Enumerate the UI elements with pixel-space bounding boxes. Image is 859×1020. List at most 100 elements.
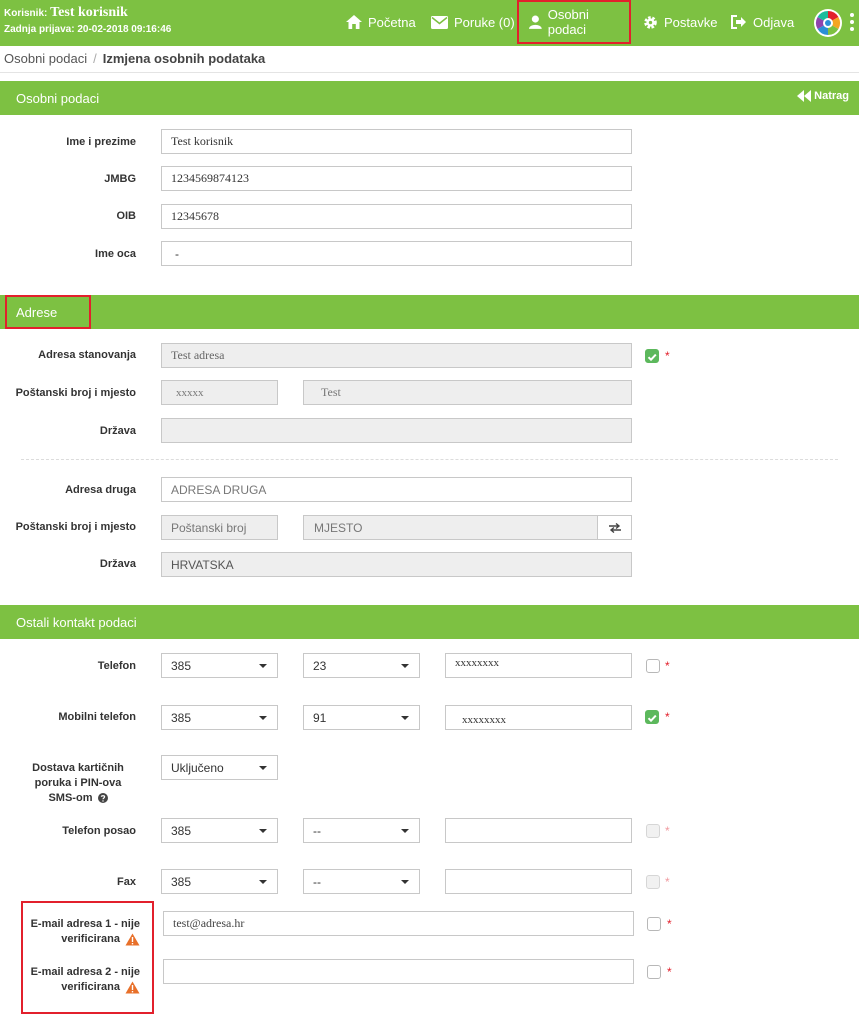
phone-number-field[interactable]: xxxxxxxx xyxy=(445,653,632,678)
back-button[interactable]: Natrag xyxy=(797,90,849,102)
gear-icon xyxy=(644,15,657,29)
check-icon xyxy=(647,714,657,723)
jmbg-field[interactable]: 1234569874123 xyxy=(161,166,632,191)
work-area-value: -- xyxy=(313,823,321,838)
caret-down-icon xyxy=(259,765,267,770)
work-phone-checkbox[interactable] xyxy=(646,824,660,838)
nav-personal-data[interactable]: Osobni podaci xyxy=(517,0,631,44)
top-bar: Korisnik: Test korisnik Zadnja prijava: … xyxy=(0,0,859,46)
home-address-field[interactable]: Test adresa xyxy=(161,343,632,368)
back-button-label: Natrag xyxy=(814,90,849,102)
other-address-field[interactable]: ADRESA DRUGA xyxy=(161,477,632,502)
nav-personal-data-label: Osobni podaci xyxy=(547,7,589,37)
caret-down-icon xyxy=(401,828,409,833)
home-address-label: Adresa stanovanja xyxy=(38,349,136,361)
nav-messages-label: Poruke (0) xyxy=(454,14,515,30)
fax-label: Fax xyxy=(117,876,136,888)
sms-label-text: Dostava kartičnih poruka i PIN-ova SMS-o… xyxy=(32,762,124,804)
caret-down-icon xyxy=(401,663,409,668)
breadcrumb-current: Izmjena osobnih podataka xyxy=(102,51,266,66)
work-number-field[interactable] xyxy=(445,818,632,843)
fax-number-field[interactable] xyxy=(445,869,632,894)
nav-settings[interactable]: Postavke xyxy=(643,0,717,44)
mobile-number-field[interactable]: xxxxxxxx xyxy=(445,705,632,730)
more-menu-icon[interactable] xyxy=(850,13,854,33)
fax-country-select[interactable]: 385 xyxy=(161,869,278,894)
swap-button[interactable] xyxy=(597,516,631,539)
last-login: Zadnja prijava: 20-02-2018 09:16:46 xyxy=(4,24,172,35)
fax-area-select[interactable]: -- xyxy=(303,869,420,894)
section-contacts-header: Ostali kontakt podaci xyxy=(0,605,859,639)
nav-messages[interactable]: Poruke (0) xyxy=(431,0,515,44)
phone-required: * xyxy=(665,659,670,673)
caret-down-icon xyxy=(401,715,409,720)
oib-label: OIB xyxy=(116,210,136,222)
nav-home[interactable]: Početna xyxy=(346,0,416,44)
email1-required: * xyxy=(667,917,672,931)
email-highlight xyxy=(21,901,154,1014)
home-city-field[interactable]: Test xyxy=(303,380,632,405)
other-country-field[interactable]: HRVATSKA xyxy=(161,552,632,577)
fax-checkbox[interactable] xyxy=(646,875,660,889)
section-personal-title: Osobni podaci xyxy=(16,90,100,106)
check-icon xyxy=(647,353,657,362)
email2-checkbox[interactable] xyxy=(647,965,661,979)
oib-field[interactable]: 12345678 xyxy=(161,204,632,229)
addresses-highlight xyxy=(5,295,91,329)
nav-settings-label: Postavke xyxy=(664,14,718,30)
mobile-area-value: 91 xyxy=(313,710,327,725)
home-country-field[interactable] xyxy=(161,418,632,443)
jmbg-label: JMBG xyxy=(104,173,136,185)
home-address-checkbox[interactable] xyxy=(645,349,659,363)
double-chevron-left-icon xyxy=(797,90,812,102)
mobile-area-select[interactable]: 91 xyxy=(303,705,420,730)
other-city-field[interactable]: MJESTO xyxy=(303,515,632,540)
home-postal-field[interactable]: xxxxx xyxy=(161,380,278,405)
sign-out-icon xyxy=(731,15,746,29)
other-postal-field[interactable]: Poštanski broj xyxy=(161,515,278,540)
mobile-country-value: 385 xyxy=(171,710,192,725)
other-address-label: Adresa druga xyxy=(65,484,136,496)
father-name-label: Ime oca xyxy=(95,248,136,260)
caret-down-icon xyxy=(259,828,267,833)
name-label: Ime i prezime xyxy=(66,136,136,148)
phone-checkbox[interactable] xyxy=(646,659,660,673)
breadcrumb: Osobni podaci / Izmjena osobnih podataka xyxy=(4,51,266,66)
mobile-country-select[interactable]: 385 xyxy=(161,705,278,730)
nav-logout[interactable]: Odjava xyxy=(731,0,794,44)
section-personal-header: Osobni podaci Natrag xyxy=(0,81,859,115)
mobile-checkbox[interactable] xyxy=(645,710,659,724)
email1-field[interactable]: test@adresa.hr xyxy=(163,911,634,936)
nav-home-label: Početna xyxy=(368,14,416,30)
name-field[interactable]: Test korisnik xyxy=(161,129,632,154)
breadcrumb-divider xyxy=(0,72,859,73)
sms-select[interactable]: Uključeno xyxy=(161,755,278,780)
phone-area-select[interactable]: 23 xyxy=(303,653,420,678)
sms-value: Uključeno xyxy=(171,760,224,775)
phone-country-select[interactable]: 385 xyxy=(161,653,278,678)
sms-label: Dostava kartičnih poruka i PIN-ova SMS-o… xyxy=(20,761,136,806)
father-name-field[interactable]: - xyxy=(161,241,632,266)
user-label: Korisnik: xyxy=(4,8,48,19)
envelope-icon xyxy=(431,15,448,29)
breadcrumb-root[interactable]: Osobni podaci xyxy=(4,51,87,66)
fax-country-value: 385 xyxy=(171,874,192,889)
other-postal-label: Poštanski broj i mjesto xyxy=(15,521,136,533)
work-phone-label: Telefon posao xyxy=(62,825,136,837)
email2-field[interactable] xyxy=(163,959,634,984)
home-country-label: Država xyxy=(99,425,136,437)
work-area-select[interactable]: -- xyxy=(303,818,420,843)
user-info: Korisnik: Test korisnik Zadnja prijava: … xyxy=(4,5,171,38)
address-divider xyxy=(21,459,838,460)
email1-checkbox[interactable] xyxy=(647,917,661,931)
fax-required: * xyxy=(665,875,670,889)
user-icon xyxy=(529,15,542,29)
work-country-select[interactable]: 385 xyxy=(161,818,278,843)
work-phone-required: * xyxy=(665,824,670,838)
phone-country-value: 385 xyxy=(171,658,192,673)
phone-label: Telefon xyxy=(97,660,136,672)
home-icon xyxy=(346,15,362,29)
help-icon[interactable] xyxy=(97,793,108,804)
fax-area-value: -- xyxy=(313,874,321,889)
caret-down-icon xyxy=(259,879,267,884)
